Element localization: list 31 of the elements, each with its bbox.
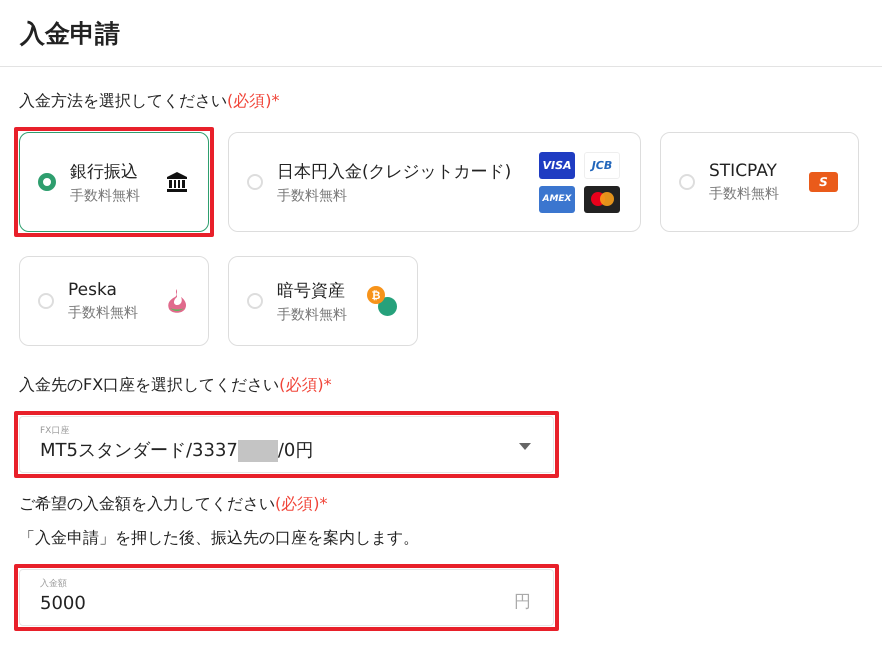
section-label: 入金方法を選択してください(必須)* (19, 90, 280, 112)
fee-text: 手数料無料 (68, 304, 139, 322)
payment-method-option[interactable]: STICPAY 手数料無料 S (660, 132, 859, 232)
section-label: ご希望の入金額を入力してください(必須)* (19, 493, 328, 515)
method-name: Peska (68, 280, 118, 300)
flame-icon (166, 288, 188, 314)
sticpay-logo: S (809, 172, 838, 192)
bank-icon (166, 171, 188, 193)
card-brand-logo: VISA (539, 152, 575, 178)
method-name: 日本円入金(クレジットカード) (277, 160, 512, 182)
amount-field[interactable]: 入金額 5000 円 (19, 569, 554, 626)
page-title: 入金申請 (20, 18, 121, 50)
payment-method-option[interactable]: Peska 手数料無料 (19, 256, 209, 346)
fee-text: 手数料無料 (709, 185, 780, 203)
card-brand-logo: AMEX (539, 186, 575, 212)
payment-method-option[interactable]: 暗号資産 手数料無料 ₿ (228, 256, 418, 346)
method-name: 銀行振込 (70, 160, 139, 182)
radio-button[interactable] (38, 173, 56, 191)
instruction-text: 「入金申請」を押した後、振込先の口座を案内します。 (19, 527, 420, 549)
caret-icon (519, 443, 531, 450)
fee-text: 手数料無料 (277, 306, 348, 324)
two-circles-icon (584, 186, 620, 212)
account-select[interactable]: FX口座 MT5スタンダード/3337 /0円 (19, 416, 554, 473)
payment-method-option[interactable]: 日本円入金(クレジットカード) 手数料無料 VISA JCB AMEX (228, 132, 641, 232)
fee-text: 手数料無料 (277, 186, 348, 204)
method-name: 暗号資産 (277, 280, 346, 302)
fee-text: 手数料無料 (70, 186, 141, 204)
card-brand-logo: JCB (584, 152, 620, 178)
section-label: 入金先のFX口座を選択してください(必須)* (19, 374, 333, 396)
payment-method-option[interactable]: 銀行振込 手数料無料 (19, 132, 209, 232)
method-name: STICPAY (709, 161, 778, 181)
